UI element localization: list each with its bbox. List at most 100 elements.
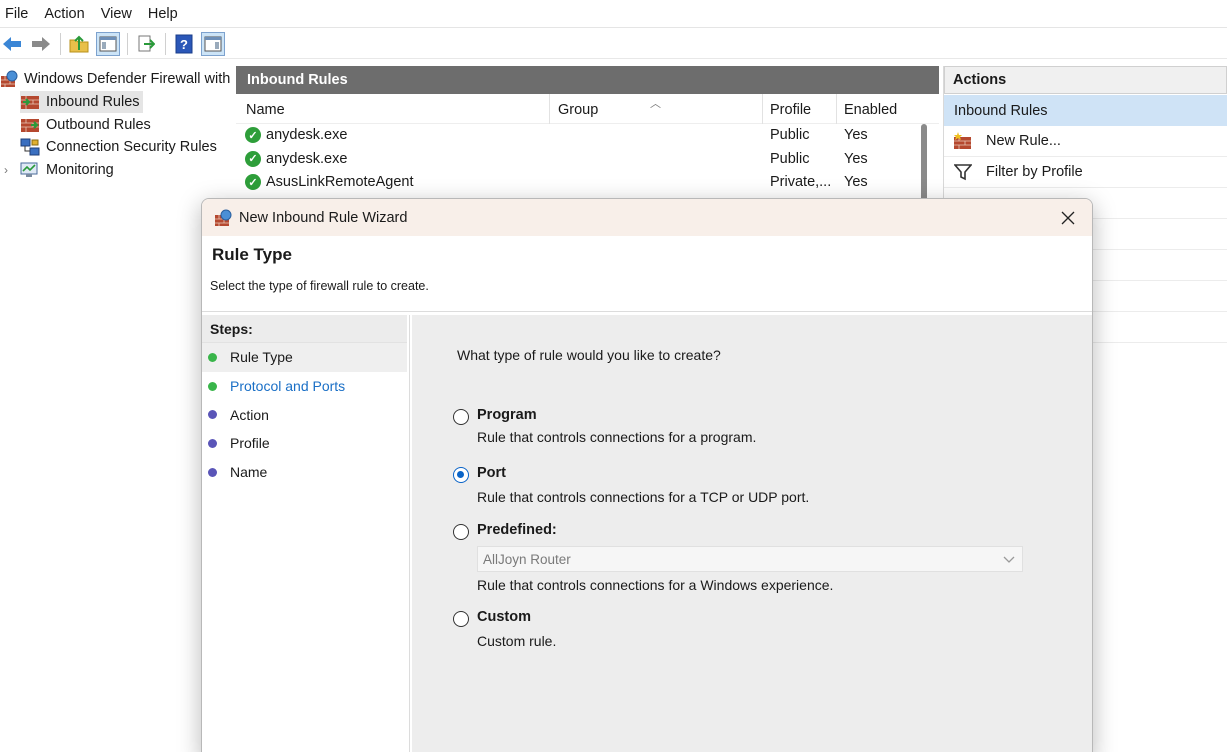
tree-item-monitoring[interactable]: › Monitoring	[4, 159, 114, 181]
action-label: Filter by Profile	[986, 164, 1083, 180]
column-header-name[interactable]: Name	[246, 102, 285, 118]
radio-custom[interactable]	[453, 611, 469, 627]
wizard-header: Rule Type Select the type of firewall ru…	[202, 236, 1092, 312]
tree-item-label: Monitoring	[46, 162, 114, 178]
toolbar-separator	[127, 32, 128, 55]
chevron-right-icon[interactable]: ›	[4, 163, 16, 177]
tree-root-label: Windows Defender Firewall with Advanced …	[24, 71, 233, 87]
help-icon[interactable]: ?	[172, 32, 196, 56]
sort-ascending-icon: ︿	[650, 98, 661, 110]
table-row[interactable]: ✓ AsusLinkRemoteAgent Private,... Yes	[236, 171, 939, 195]
forward-arrow-icon[interactable]	[29, 32, 53, 56]
tree-item-label: Connection Security Rules	[46, 139, 217, 155]
predefined-select[interactable]: AllJoyn Router	[477, 546, 1023, 572]
step-label: Rule Type	[230, 349, 293, 366]
filter-funnel-icon	[952, 162, 974, 182]
firewall-globe-icon	[213, 208, 233, 228]
column-divider[interactable]	[836, 94, 837, 124]
action-new-rule[interactable]: New Rule...	[944, 126, 1227, 157]
connection-security-icon	[20, 138, 40, 156]
table-row[interactable]: ✓ anydesk.exe Public Yes	[236, 148, 939, 172]
rule-enabled: Yes	[844, 150, 868, 167]
tree-item-inbound-rules[interactable]: Inbound Rules	[20, 91, 143, 113]
up-folder-icon[interactable]	[67, 32, 91, 56]
menu-file[interactable]: File	[0, 6, 33, 22]
action-filter-by-profile[interactable]: Filter by Profile	[944, 157, 1227, 188]
rule-name: anydesk.exe	[266, 150, 348, 167]
inbound-rules-icon	[20, 93, 40, 111]
toolbar-separator	[165, 32, 166, 55]
tree-item-connection-security-rules[interactable]: Connection Security Rules	[20, 136, 217, 158]
dialog-title: New Inbound Rule Wizard	[239, 209, 408, 226]
column-divider[interactable]	[762, 94, 763, 124]
step-pending-dot	[208, 438, 217, 448]
rule-type-question: What type of rule would you like to crea…	[457, 347, 721, 363]
enabled-check-icon: ✓	[245, 174, 261, 190]
actions-section-inbound-rules[interactable]: Inbound Rules	[944, 95, 1227, 126]
chevron-down-icon	[1002, 552, 1016, 569]
outbound-rules-icon	[20, 116, 40, 134]
rule-profile: Public	[770, 127, 810, 143]
menu-help[interactable]: Help	[143, 6, 183, 22]
wizard-content: What type of rule would you like to crea…	[412, 315, 1092, 752]
enabled-check-icon: ✓	[245, 150, 261, 167]
tree-root-firewall[interactable]: Windows Defender Firewall with Advanced …	[0, 68, 233, 90]
rule-name: AsusLinkRemoteAgent	[266, 174, 414, 190]
step-label: Protocol and Ports	[230, 378, 346, 395]
column-header-profile[interactable]: Profile	[770, 102, 811, 118]
close-icon[interactable]	[1056, 206, 1080, 230]
predefined-select-value: AllJoyn Router	[483, 551, 571, 567]
tree-item-label: Inbound Rules	[46, 94, 140, 110]
monitoring-icon	[20, 161, 40, 179]
option-label: Predefined:	[477, 522, 557, 538]
svg-text:?: ?	[180, 37, 188, 52]
step-label: Profile	[230, 435, 270, 452]
show-hide-tree-icon[interactable]	[96, 31, 120, 56]
radio-predefined[interactable]	[453, 524, 469, 540]
step-pending-dot	[208, 467, 217, 477]
radio-program[interactable]	[453, 409, 469, 425]
dialog-titlebar[interactable]: New Inbound Rule Wizard	[202, 199, 1092, 236]
step-complete-dot	[208, 381, 217, 391]
menu-action[interactable]: Action	[39, 6, 89, 22]
action-label: New Rule...	[986, 133, 1061, 149]
step-protocol-and-ports[interactable]: Protocol and Ports	[202, 372, 407, 401]
tree-item-outbound-rules[interactable]: Outbound Rules	[20, 114, 151, 136]
column-header-enabled[interactable]: Enabled	[844, 102, 897, 118]
column-header-group[interactable]: Group	[558, 102, 598, 118]
step-action[interactable]: Action	[202, 400, 407, 429]
rule-enabled: Yes	[844, 127, 868, 143]
step-pending-dot	[208, 410, 217, 420]
step-rule-type[interactable]: Rule Type	[202, 343, 407, 372]
option-description: Rule that controls connections for a Win…	[477, 577, 834, 593]
steps-title: Steps:	[202, 315, 407, 343]
step-label: Action	[230, 406, 269, 423]
rule-name: anydesk.exe	[266, 127, 348, 143]
rule-profile: Private,...	[770, 174, 832, 190]
option-description: Rule that controls connections for a pro…	[477, 429, 757, 445]
menu-view[interactable]: View	[96, 6, 137, 22]
option-description: Rule that controls connections for a TCP…	[477, 489, 810, 505]
step-label: Name	[230, 464, 268, 481]
column-divider[interactable]	[549, 94, 550, 124]
step-complete-dot	[208, 352, 217, 362]
radio-port[interactable]	[453, 467, 469, 483]
back-arrow-icon[interactable]	[0, 32, 24, 56]
wizard-steps-panel: Steps: Rule Type Protocol and Ports Acti…	[202, 315, 410, 752]
show-hide-action-pane-icon[interactable]	[201, 31, 225, 56]
rules-column-headers: Name Group ︿ Profile Enabled	[236, 94, 939, 124]
enabled-check-icon: ✓	[245, 127, 261, 143]
table-row[interactable]: ✓ anydesk.exe Public Yes	[236, 124, 939, 148]
actions-title: Actions	[944, 66, 1227, 94]
wizard-page-title: Rule Type	[212, 245, 292, 264]
export-list-icon[interactable]	[134, 32, 158, 56]
firewall-globe-icon	[0, 70, 18, 88]
rule-profile: Public	[770, 150, 810, 167]
option-label: Program	[477, 407, 537, 423]
step-name[interactable]: Name	[202, 458, 407, 487]
new-inbound-rule-wizard-dialog: New Inbound Rule Wizard Rule Type Select…	[201, 198, 1093, 752]
step-profile[interactable]: Profile	[202, 429, 407, 458]
new-rule-icon	[952, 131, 974, 151]
console-tree: Windows Defender Firewall with Advanced …	[0, 66, 233, 752]
option-label: Custom	[477, 609, 531, 625]
